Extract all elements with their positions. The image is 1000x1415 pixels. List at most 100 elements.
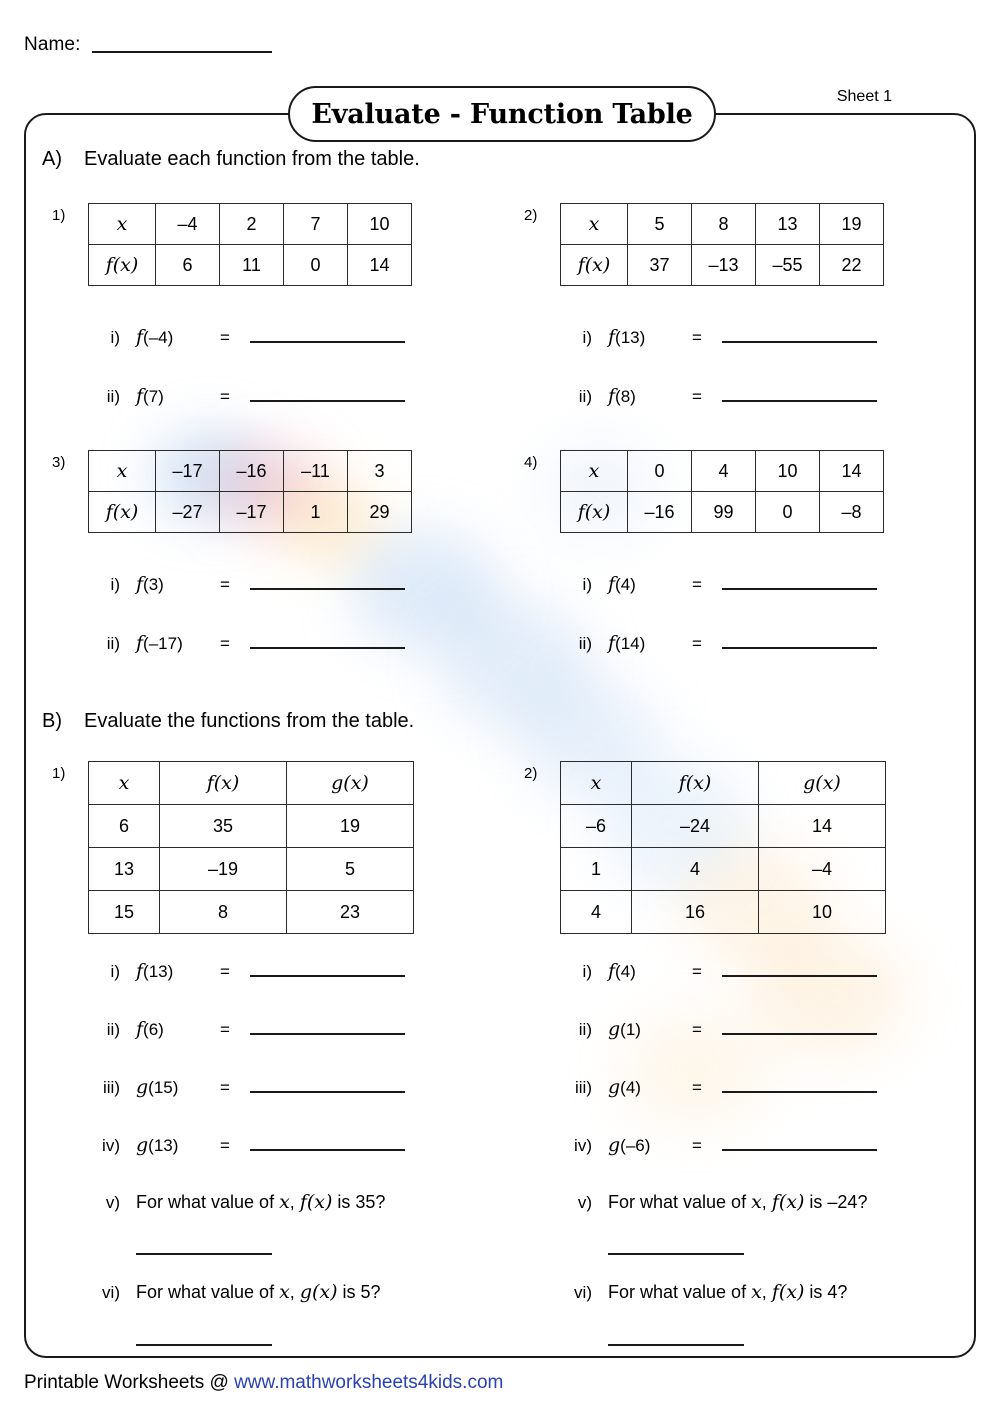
equals-sign: = [220,1078,230,1097]
header-x: x [118,772,130,794]
question-roman: v) [105,1193,120,1212]
cell-x: 13 [88,847,160,891]
question-expression: g(–6) [608,1134,651,1156]
cell-gx: –4 [758,847,886,891]
answer-blank[interactable] [722,386,877,402]
question-roman: i) [582,328,592,347]
question-expression: g(15) [136,1076,179,1098]
question-a2-i: i) f(13) = [558,326,877,348]
cell-x-0: –17 [155,450,220,492]
question-text: For what value of x, f(x) is –24? [608,1191,868,1213]
name-field[interactable]: Name: [24,34,273,56]
table-b2: x f(x) g(x) –6 –24 14 1 4 –4 4 16 10 [560,761,886,934]
cell-fx-3: 22 [819,244,884,286]
answer-blank[interactable] [722,1077,877,1093]
question-b1-v: v) For what value of x, f(x) is 35? [86,1191,386,1213]
equals-sign: = [692,962,702,981]
answer-blank[interactable] [722,1135,877,1151]
question-roman: ii) [578,387,592,406]
answer-blank-b2-vi[interactable] [608,1343,744,1346]
question-expression: f(3) [136,573,164,595]
cell-fx: –19 [159,847,287,891]
question-roman: ii) [578,1020,592,1039]
cell-label-x: x [588,213,600,235]
question-roman: iv) [574,1136,592,1155]
header-x: x [590,772,602,794]
equals-sign: = [692,1136,702,1155]
equals-sign: = [220,1020,230,1039]
answer-blank[interactable] [250,1019,405,1035]
table-a3: x –17 –16 –11 3 f(x) –27 –17 1 29 [88,450,412,533]
cell-x-1: 8 [691,203,756,245]
answer-blank[interactable] [250,961,405,977]
cell-label-fx: f(x) [577,501,611,523]
problem-a3-number: 3) [52,454,66,471]
equals-sign: = [220,387,230,406]
cell-x-2: 13 [755,203,820,245]
question-b1-i: i) f(13) = [86,960,405,982]
table-header-row: x f(x) g(x) [88,761,414,805]
cell-x-2: 7 [283,203,348,245]
answer-blank[interactable] [250,327,405,343]
cell-fx: 8 [159,890,287,934]
question-a4-ii: ii) f(14) = [558,632,877,654]
answer-blank-b1-vi[interactable] [136,1343,272,1346]
cell-label-fx: f(x) [577,254,611,276]
question-b2-iii: iii) g(4) = [558,1076,877,1098]
cell-label-fx: f(x) [105,501,139,523]
question-roman: vi) [574,1283,592,1302]
question-b2-ii: ii) g(1) = [558,1018,877,1040]
section-a-letter: A) [42,148,62,170]
cell-fx-3: –8 [819,491,884,533]
question-expression: f(7) [136,385,164,407]
equals-sign: = [220,575,230,594]
cell-x: 1 [560,847,632,891]
question-expression: f(–4) [136,326,174,348]
header-gx: g(x) [803,772,841,794]
cell-label-x: x [116,213,128,235]
answer-blank[interactable] [250,1077,405,1093]
answer-blank[interactable] [722,961,877,977]
question-expression: f(4) [608,960,636,982]
problem-a3: 3) x –17 –16 –11 3 f(x) –27 –17 1 29 [52,450,412,533]
cell-fx-2: 0 [755,491,820,533]
answer-blank-b2-v[interactable] [608,1252,744,1255]
question-expression: f(13) [136,960,174,982]
cell-fx-0: –16 [627,491,692,533]
answer-blank[interactable] [722,1019,877,1035]
question-a1-ii: ii) f(7) = [86,385,405,407]
problem-a2-number: 2) [524,207,538,224]
header-gx: g(x) [331,772,369,794]
question-expression: f(8) [608,385,636,407]
answer-blank-b1-v[interactable] [136,1252,272,1255]
answer-blank[interactable] [250,1135,405,1151]
table-row: x –17 –16 –11 3 [88,450,412,492]
table-row: 1 4 –4 [560,847,886,891]
question-expression: f(–17) [136,632,183,654]
answer-blank[interactable] [722,633,877,649]
cell-x: –6 [560,804,632,848]
cell-x-1: –16 [219,450,284,492]
question-expression: f(13) [608,326,646,348]
answer-blank[interactable] [722,574,877,590]
name-input-rule[interactable] [92,50,273,53]
answer-blank[interactable] [250,633,405,649]
answer-blank[interactable] [250,386,405,402]
cell-fx-1: 11 [219,244,284,286]
footer-url[interactable]: www.mathworksheets4kids.com [234,1372,503,1393]
cell-fx-0: 6 [155,244,220,286]
table-row: 6 35 19 [88,804,414,848]
header-fx: f(x) [678,772,712,794]
question-roman: ii) [106,634,120,653]
equals-sign: = [692,328,702,347]
cell-x-3: 19 [819,203,884,245]
answer-blank[interactable] [250,574,405,590]
table-header-row: x f(x) g(x) [560,761,886,805]
table-row: 15 8 23 [88,890,414,934]
question-expression: g(4) [608,1076,641,1098]
cell-x-0: 0 [627,450,692,492]
answer-blank[interactable] [722,327,877,343]
question-text: For what value of x, g(x) is 5? [136,1281,381,1303]
question-roman: iii) [575,1078,592,1097]
cell-gx: 5 [286,847,414,891]
